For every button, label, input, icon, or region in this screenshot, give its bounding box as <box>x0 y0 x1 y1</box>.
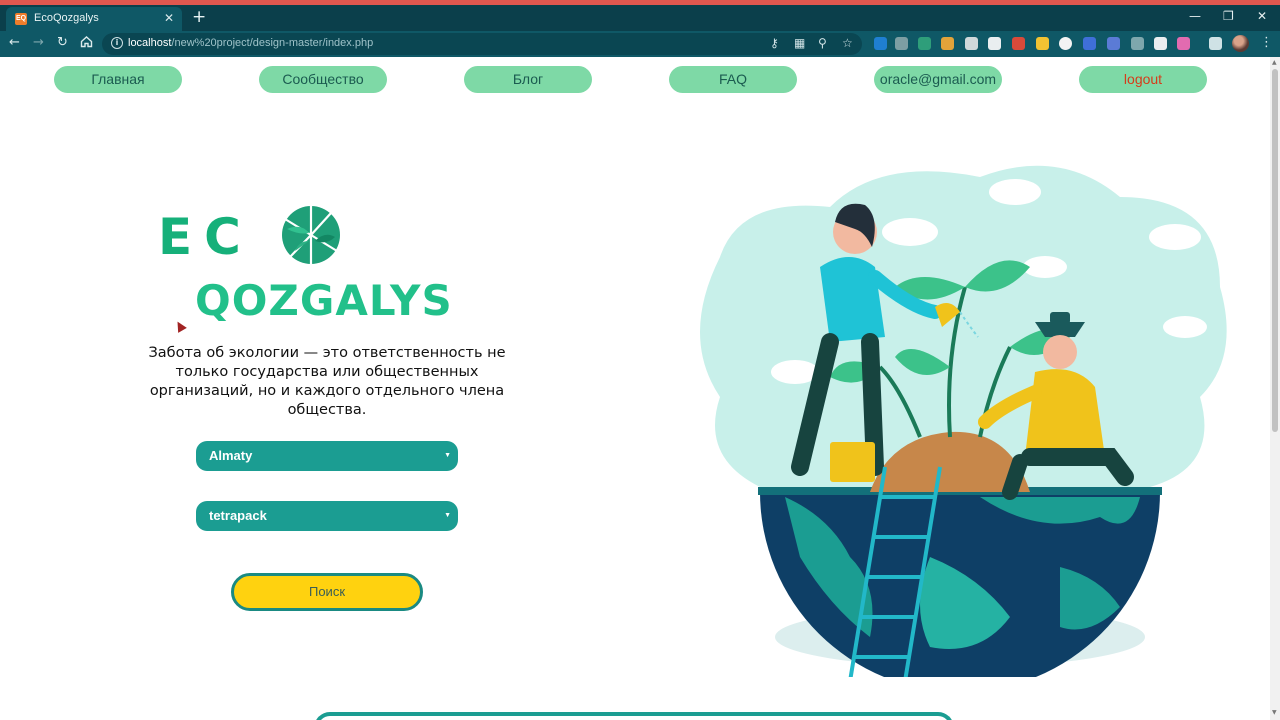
logo-leaf-globe-icon <box>282 206 340 264</box>
key-icon[interactable]: ⚷ <box>770 36 779 50</box>
site-logo: EC QOZGALYS <box>155 202 495 325</box>
city-select[interactable]: Almaty ▼ <box>196 441 458 471</box>
extension-blue-icon[interactable] <box>1083 37 1096 50</box>
city-select-value: Almaty <box>209 448 253 463</box>
extension-incognito-icon[interactable] <box>965 37 978 50</box>
back-icon[interactable]: ← <box>9 35 20 51</box>
tagline: Забота об экологии — это ответственность… <box>148 345 506 418</box>
nav-home[interactable]: Главная <box>54 66 182 93</box>
scroll-down-icon[interactable]: ▼ <box>1272 709 1277 716</box>
extension-pdf-icon[interactable] <box>1012 37 1025 50</box>
tab-ecoqozgalys[interactable]: EQ EcoQozgalys ✕ <box>6 7 182 31</box>
tab-title: EcoQozgalys <box>34 12 99 24</box>
logo-qozgalys-text: QOZGALYS <box>195 276 453 325</box>
zoom-icon[interactable]: ⚲ <box>818 36 827 50</box>
new-tab-icon[interactable]: + <box>192 8 206 26</box>
forward-icon[interactable]: → <box>33 35 44 51</box>
results-panel-top-edge <box>314 712 954 720</box>
nav-blog[interactable]: Блог <box>464 66 592 93</box>
translate-icon[interactable]: ▦ <box>794 36 805 50</box>
chevron-down-icon: ▼ <box>444 452 451 459</box>
nav-logout[interactable]: logout <box>1079 66 1207 93</box>
menu-kebab-icon[interactable]: ⋮ <box>1260 35 1273 51</box>
reload-icon[interactable]: ↻ <box>57 35 68 51</box>
extension-pink-icon[interactable] <box>1177 37 1190 50</box>
extension-arrow-icon[interactable] <box>1131 37 1144 50</box>
page-viewport: Главная Сообщество Блог FAQ oracle@gmail… <box>0 57 1270 720</box>
extension-camera-icon[interactable] <box>1154 37 1167 50</box>
scroll-up-icon[interactable]: ▲ <box>1272 59 1277 66</box>
home-icon[interactable] <box>80 35 93 53</box>
tab-bar: EQ EcoQozgalys ✕ + — ❐ ✕ <box>0 5 1280 31</box>
extension-circle-icon[interactable] <box>1059 37 1072 50</box>
favicon-icon: EQ <box>15 13 27 25</box>
scroll-thumb[interactable] <box>1272 69 1278 432</box>
extension-cross-icon[interactable] <box>895 37 908 50</box>
bookmark-star-icon[interactable]: ☆ <box>842 36 853 50</box>
profile-avatar[interactable] <box>1232 35 1249 52</box>
browser-toolbar: ← → ↻ i localhost/new%20project/design-m… <box>0 31 1280 57</box>
waste-type-select[interactable]: tetrapack ▼ <box>196 501 458 531</box>
reading-list-icon[interactable] <box>1209 37 1222 50</box>
main-nav: Главная Сообщество Блог FAQ oracle@gmail… <box>0 66 1270 94</box>
eco-hero-illustration <box>700 165 1227 677</box>
chevron-down-icon: ▼ <box>444 512 451 519</box>
url-text: localhost/new%20project/design-master/in… <box>128 37 373 49</box>
url-host: localhost <box>128 37 172 49</box>
minimize-icon[interactable]: — <box>1189 9 1201 23</box>
tab-close-icon[interactable]: ✕ <box>164 11 174 25</box>
extension-bookmark-icon[interactable] <box>988 37 1001 50</box>
nav-user-email[interactable]: oracle@gmail.com <box>874 66 1002 93</box>
nav-faq[interactable]: FAQ <box>669 66 797 93</box>
site-info-icon[interactable]: i <box>111 37 123 49</box>
logo-eco-text: EC <box>158 208 253 266</box>
address-bar[interactable]: i localhost/new%20project/design-master/… <box>102 33 862 55</box>
extension-pin-icon[interactable] <box>941 37 954 50</box>
extension-screen-icon[interactable] <box>918 37 931 50</box>
search-button[interactable]: Поиск <box>231 573 423 611</box>
nav-community[interactable]: Сообщество <box>259 66 387 93</box>
waste-type-select-value: tetrapack <box>209 508 267 523</box>
extension-badge-icon[interactable] <box>1107 37 1120 50</box>
extension-pen-icon[interactable] <box>874 37 887 50</box>
url-path: /new%20project/design-master/index.php <box>171 37 374 49</box>
page-scrollbar[interactable]: ▲ ▼ <box>1270 57 1280 720</box>
restore-icon[interactable]: ❐ <box>1223 9 1234 23</box>
extension-bulb-icon[interactable] <box>1036 37 1049 50</box>
window-close-icon[interactable]: ✕ <box>1257 9 1267 23</box>
